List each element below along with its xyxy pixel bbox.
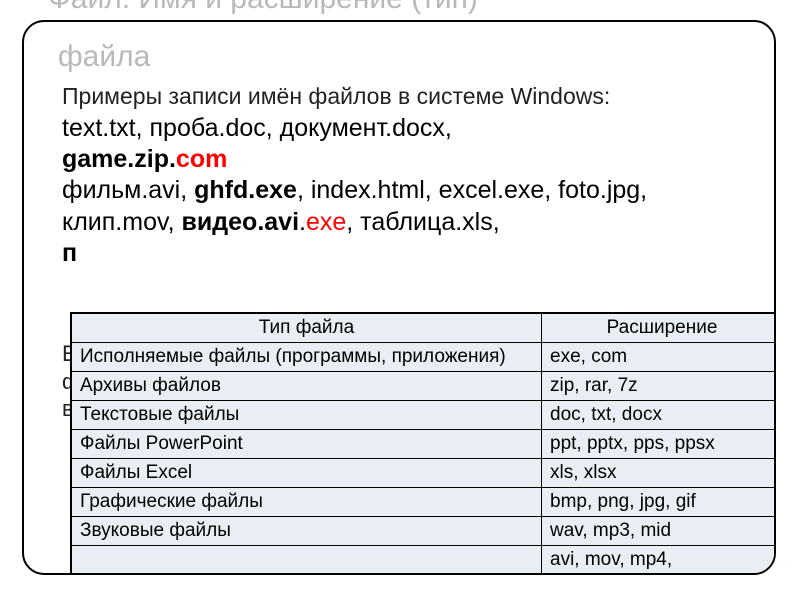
ex-dot: .: [299, 208, 306, 236]
table-row: Графические файлыbmp, png, jpg, gif: [72, 488, 777, 517]
cell: avi, mov, mp4,: [542, 546, 777, 575]
cell: Звуковые файлы: [72, 517, 542, 546]
table-header-row: Тип файла Расширение: [72, 314, 777, 343]
table-row: Файлы PowerPointppt, pptx, pps, ppsx: [72, 430, 777, 459]
cell: Архивы файлов: [72, 372, 542, 401]
th-type: Тип файла: [72, 314, 542, 343]
ex-line3c: , index.html, excel.exe, foto.jpg,: [297, 176, 647, 204]
cell: Файлы Excel: [72, 459, 542, 488]
cell: exe, com: [542, 343, 777, 372]
table-row: Архивы файловzip, rar, 7z: [72, 372, 777, 401]
table-row: Звуковые файлыwav, mp3, mid: [72, 517, 777, 546]
table-row: avi, mov, mp4,: [72, 546, 777, 575]
table-row: Файлы Excelxls, xlsx: [72, 459, 777, 488]
body-text: Примеры записи имён файлов в системе Win…: [62, 82, 746, 269]
cell: xls, xlsx: [542, 459, 777, 488]
ext-com-red: com: [176, 145, 227, 173]
cell: ppt, pptx, pps, ppsx: [542, 430, 777, 459]
cell: Исполняемые файлы (программы, приложения…: [72, 343, 542, 372]
table-row: Исполняемые файлы (программы, приложения…: [72, 343, 777, 372]
slide-title-line2: файла: [58, 40, 150, 74]
cell: wav, mp3, mid: [542, 517, 777, 546]
examples: text.txt, проба.doc, документ.docx, game…: [62, 113, 746, 269]
cell: bmp, png, jpg, gif: [542, 488, 777, 517]
ex-line4a: клип.mov,: [62, 208, 182, 236]
cell: zip, rar, 7z: [542, 372, 777, 401]
ext-exe-red: exe: [306, 208, 346, 236]
ex-line1: text.txt, проба.doc, документ.docx,: [62, 114, 452, 142]
cell: doc, txt, docx: [542, 401, 777, 430]
cell: Файлы PowerPoint: [72, 430, 542, 459]
cell: Графические файлы: [72, 488, 542, 517]
intro-line: Примеры записи имён файлов в системе Win…: [62, 82, 746, 111]
slide-frame: файла Примеры записи имён файлов в систе…: [22, 20, 776, 575]
th-ext: Расширение: [542, 314, 777, 343]
ex-game-zip: game.zip.: [62, 145, 176, 173]
ex-line3a: фильм.avi,: [62, 176, 194, 204]
slide-title-line1: Файл. Имя и расширение (тип): [48, 0, 478, 16]
ex-video-avi: видео.avi: [182, 208, 299, 236]
cell: Текстовые файлы: [72, 401, 542, 430]
extensions-table: Тип файла Расширение Исполняемые файлы (…: [70, 312, 776, 575]
cell: [72, 546, 542, 575]
ex-ghfd: ghfd.exe: [194, 176, 297, 204]
ex-line5-cut: п: [62, 239, 77, 267]
ex-line4d: , таблица.xls,: [346, 208, 499, 236]
table-row: Текстовые файлыdoc, txt, docx: [72, 401, 777, 430]
